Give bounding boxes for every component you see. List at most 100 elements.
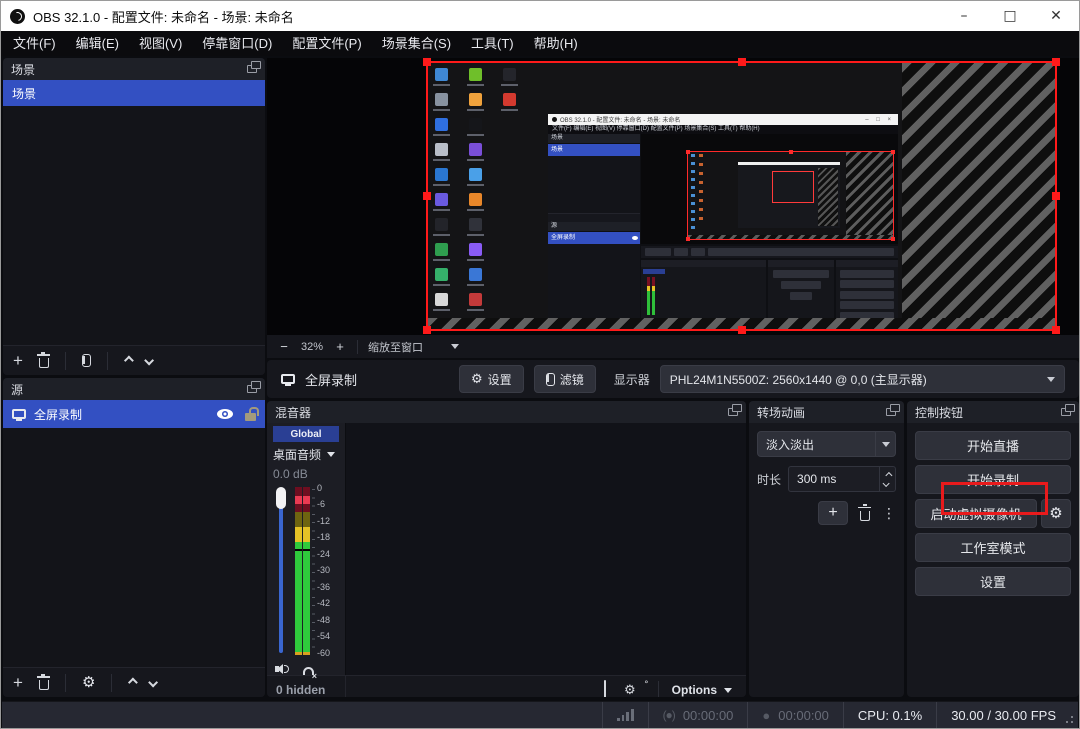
maximize-button[interactable]: □ bbox=[987, 1, 1033, 31]
popout-icon[interactable] bbox=[247, 65, 257, 73]
start-recording-button[interactable]: 开始录制 bbox=[915, 465, 1071, 494]
move-scene-down-button[interactable] bbox=[147, 357, 154, 364]
popout-icon[interactable] bbox=[728, 408, 738, 416]
meter-ticks bbox=[312, 489, 315, 655]
channel-selector[interactable]: 桌面音频 bbox=[273, 446, 345, 463]
toolbar-separator bbox=[107, 352, 108, 370]
popout-icon[interactable] bbox=[886, 408, 896, 416]
advanced-audio-button[interactable]: ⚙ bbox=[615, 683, 645, 698]
resize-handle[interactable] bbox=[738, 326, 746, 334]
desktop-icon bbox=[469, 93, 482, 106]
start-virtual-camera-button[interactable]: 启动虚拟摄像机 bbox=[915, 499, 1037, 528]
move-source-down-button[interactable] bbox=[151, 679, 158, 686]
spin-down-icon[interactable] bbox=[883, 479, 890, 486]
preview-canvas[interactable]: OBS 32.1.0 - 配置文件: 未命名 - 场景: 未命名 – □ × 文… bbox=[426, 61, 1057, 331]
chevron-down-icon[interactable] bbox=[451, 344, 459, 349]
display-select[interactable]: PHL24M1N5500Z: 2560x1440 @ 0,0 (主显示器) bbox=[660, 365, 1065, 393]
controls-dock-header[interactable]: 控制按钮 bbox=[907, 401, 1079, 423]
menu-item[interactable]: 停靠窗口(D) bbox=[192, 31, 282, 56]
fit-to-window-label[interactable]: 缩放至窗口 bbox=[368, 339, 423, 355]
start-streaming-button[interactable]: 开始直播 bbox=[915, 431, 1071, 460]
duration-value: 300 ms bbox=[789, 472, 836, 486]
desktop-icon bbox=[435, 193, 448, 206]
unlock-icon[interactable] bbox=[245, 413, 256, 421]
transition-properties-button[interactable]: ⋮ bbox=[882, 505, 896, 522]
scene-item-label: 场景 bbox=[12, 85, 36, 102]
audio-channel-strip: Global 桌面音频 0.0 dB bbox=[267, 423, 346, 675]
source-settings-button[interactable]: ⚙ 设置 bbox=[459, 365, 524, 393]
title-bar[interactable]: OBS 32.1.0 - 配置文件: 未命名 - 场景: 未命名 – □ ✕ bbox=[1, 1, 1079, 31]
remove-source-button[interactable] bbox=[39, 675, 49, 690]
menu-item[interactable]: 场景集合(S) bbox=[372, 31, 461, 56]
scene-filters-button[interactable] bbox=[82, 354, 91, 367]
resize-handle[interactable] bbox=[423, 192, 431, 200]
scenes-list[interactable]: 场景 bbox=[3, 80, 265, 345]
signal-bars-icon bbox=[617, 709, 633, 721]
source-properties-button[interactable]: ⚙ bbox=[82, 675, 95, 690]
sources-dock-header[interactable]: 源 bbox=[3, 378, 265, 400]
popout-icon[interactable] bbox=[247, 385, 257, 393]
mixer-body: Global 桌面音频 0.0 dB bbox=[267, 423, 746, 675]
volume-slider[interactable] bbox=[275, 487, 287, 655]
preview-area[interactable]: OBS 32.1.0 - 配置文件: 未命名 - 场景: 未命名 – □ × 文… bbox=[267, 58, 1079, 335]
menu-item[interactable]: 工具(T) bbox=[461, 31, 524, 56]
move-scene-up-button[interactable] bbox=[124, 357, 131, 364]
resize-handle[interactable] bbox=[1052, 192, 1060, 200]
remove-scene-button[interactable] bbox=[39, 353, 49, 368]
visibility-eye-icon[interactable] bbox=[217, 408, 233, 420]
scenes-dock-header[interactable]: 场景 bbox=[3, 58, 265, 80]
sources-list[interactable]: 全屏录制 bbox=[3, 400, 265, 667]
menu-item[interactable]: 文件(F) bbox=[3, 31, 66, 56]
source-filters-button[interactable]: 滤镜 bbox=[534, 365, 596, 393]
zoom-in-button[interactable]: + bbox=[333, 339, 347, 354]
scene-list-item[interactable]: 场景 bbox=[3, 80, 265, 106]
resize-handle[interactable] bbox=[1052, 326, 1060, 334]
desktop-icon bbox=[435, 268, 448, 281]
transitions-dock-header[interactable]: 转场动画 bbox=[749, 401, 904, 423]
mixer-options-button[interactable]: Options bbox=[672, 683, 746, 697]
mixer-layout-button[interactable] bbox=[595, 681, 615, 697]
slider-handle[interactable] bbox=[276, 487, 286, 509]
gear-icon: ⚙ bbox=[471, 373, 483, 386]
resize-handle[interactable] bbox=[423, 326, 431, 334]
resize-handle[interactable] bbox=[1052, 58, 1060, 66]
resize-handle[interactable] bbox=[423, 58, 431, 66]
global-tab[interactable]: Global bbox=[273, 426, 339, 442]
remove-transition-button[interactable] bbox=[860, 506, 870, 521]
headphones-muted-icon[interactable] bbox=[303, 667, 314, 675]
spin-up-icon[interactable] bbox=[885, 471, 892, 478]
add-transition-button[interactable]: + bbox=[818, 501, 848, 525]
nested-canvas bbox=[687, 151, 894, 240]
chevron-up-icon bbox=[128, 678, 138, 688]
add-source-button[interactable]: + bbox=[13, 674, 23, 691]
studio-mode-button[interactable]: 工作室模式 bbox=[915, 533, 1071, 562]
close-button[interactable]: ✕ bbox=[1033, 1, 1079, 31]
source-list-item[interactable]: 全屏录制 bbox=[3, 400, 265, 428]
chevron-up-icon bbox=[124, 356, 134, 366]
minimize-button[interactable]: – bbox=[941, 1, 987, 31]
virtual-camera-settings-button[interactable]: ⚙ bbox=[1041, 499, 1071, 528]
mixer-dock-header[interactable]: 混音器 bbox=[267, 401, 746, 423]
move-source-up-button[interactable] bbox=[128, 679, 135, 686]
stream-timer: (●) 00:00:00 bbox=[648, 702, 748, 728]
resize-grip[interactable] bbox=[1071, 721, 1073, 723]
menu-item[interactable]: 编辑(E) bbox=[66, 31, 129, 56]
nested-body: 场景 场景 源 全屏录制 bbox=[548, 134, 898, 318]
stream-time: 00:00:00 bbox=[683, 708, 734, 723]
speaker-icon[interactable] bbox=[275, 663, 290, 675]
menu-item[interactable]: 帮助(H) bbox=[524, 31, 588, 56]
transition-select[interactable]: 淡入淡出 bbox=[757, 431, 896, 457]
zoom-out-button[interactable]: − bbox=[277, 339, 291, 354]
resize-handle[interactable] bbox=[738, 58, 746, 66]
menu-item[interactable]: 配置文件(P) bbox=[282, 31, 371, 56]
controls-dock-title: 控制按钮 bbox=[915, 404, 963, 421]
menu-item[interactable]: 视图(V) bbox=[129, 31, 192, 56]
desktop-icon bbox=[435, 168, 448, 181]
settings-button[interactable]: 设置 bbox=[915, 567, 1071, 596]
add-scene-button[interactable]: + bbox=[13, 352, 23, 369]
duration-spinbox[interactable]: 300 ms bbox=[788, 466, 896, 492]
controls-dock: 控制按钮 开始直播 开始录制 启动虚拟摄像机 ⚙ 工作室模式 设置 bbox=[907, 401, 1079, 697]
desktop-icon bbox=[435, 143, 448, 156]
popout-icon[interactable] bbox=[1061, 408, 1071, 416]
controls-body: 开始直播 开始录制 启动虚拟摄像机 ⚙ 工作室模式 设置 bbox=[907, 423, 1079, 604]
